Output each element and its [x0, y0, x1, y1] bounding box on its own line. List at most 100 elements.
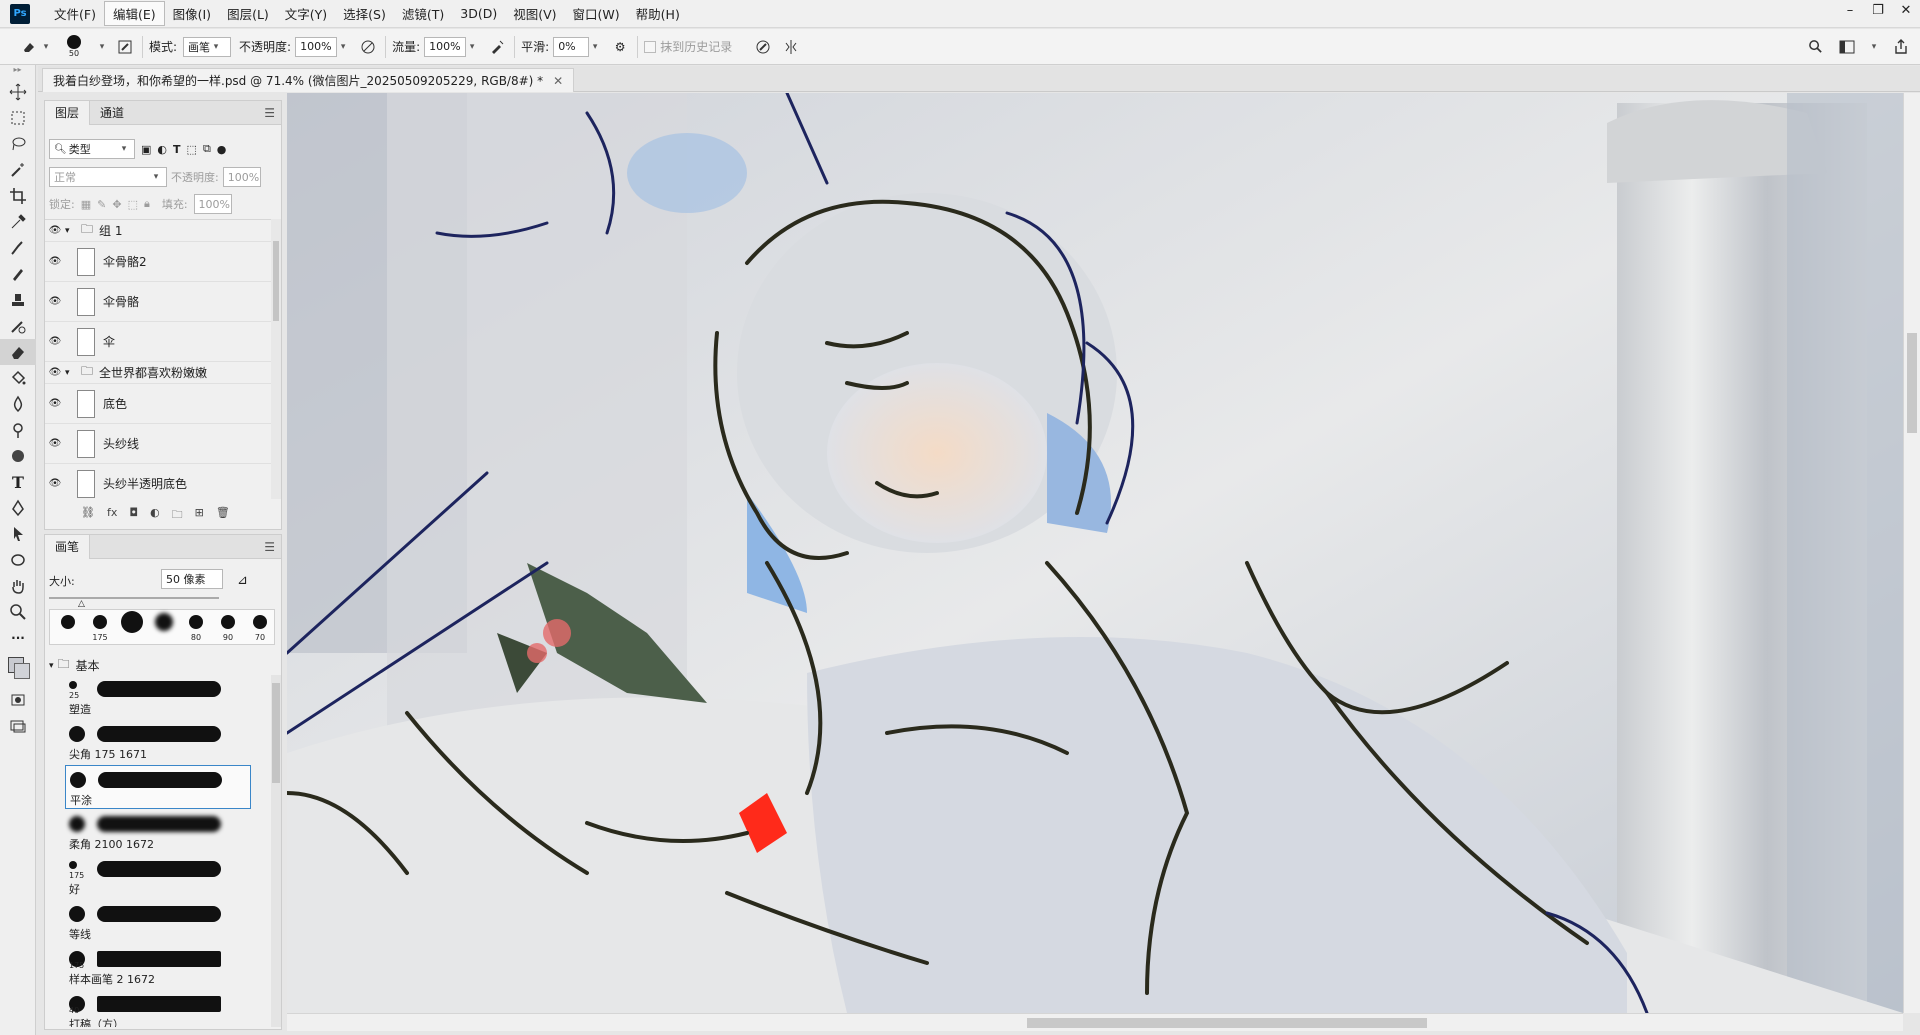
- eraser-tool-icon[interactable]: [0, 339, 36, 365]
- adjustment-layer-icon[interactable]: ◐: [150, 506, 160, 525]
- add-mask-icon[interactable]: ◘: [129, 506, 138, 525]
- fill-input[interactable]: 100%: [193, 194, 232, 214]
- canvas[interactable]: [287, 93, 1903, 1013]
- layer-row[interactable]: 👁︎ 伞: [45, 322, 271, 362]
- brush-item[interactable]: 40 打稿（方）: [65, 990, 251, 1027]
- hand-tool-icon[interactable]: [0, 573, 36, 599]
- lock-all-icon[interactable]: 🔒︎: [144, 197, 150, 211]
- delete-layer-icon[interactable]: 🗑︎: [216, 506, 230, 525]
- color-swap-icon[interactable]: [0, 651, 36, 687]
- zoom-tool-icon[interactable]: [0, 599, 36, 625]
- filter-smart-object-icon[interactable]: ⧉: [203, 142, 211, 156]
- brush-item[interactable]: 175 样本画笔 2 1672: [65, 945, 251, 989]
- brush-preset[interactable]: 80: [182, 610, 210, 644]
- brush-item[interactable]: 柔角 2100 1672: [65, 810, 251, 854]
- smoothing-settings-icon[interactable]: ⚙: [609, 36, 631, 58]
- eye-icon[interactable]: 👁︎: [45, 296, 65, 307]
- lasso-tool-icon[interactable]: [0, 131, 36, 157]
- dodge-tool-icon[interactable]: [0, 417, 36, 443]
- brush-size-slider-thumb[interactable]: △: [78, 599, 85, 609]
- screen-mode-icon[interactable]: [0, 713, 36, 739]
- filter-toggle-icon[interactable]: ●: [217, 143, 227, 156]
- lock-artboard-icon[interactable]: ⬚: [128, 198, 138, 211]
- brush-preset[interactable]: 70: [246, 610, 274, 644]
- menu-select[interactable]: 选择(S): [335, 2, 394, 25]
- lock-transparent-icon[interactable]: ▦: [81, 198, 91, 211]
- blend-mode-select[interactable]: 正常 ▾: [49, 167, 167, 187]
- tab-layers[interactable]: 图层: [45, 100, 91, 125]
- airbrush-icon[interactable]: [486, 36, 508, 58]
- layer-row[interactable]: 👁︎ 头纱半透明底色: [45, 464, 271, 499]
- menu-image[interactable]: 图像(I): [165, 2, 219, 25]
- brush-preset[interactable]: 90: [214, 610, 242, 644]
- brush-group-header[interactable]: ▾ 🗀︎ 基本: [49, 655, 100, 676]
- layer-row[interactable]: 👁︎ 伞骨骼: [45, 282, 271, 322]
- layer-row[interactable]: 👁︎ 底色: [45, 384, 271, 424]
- vertical-scrollbar[interactable]: [1903, 93, 1920, 1013]
- layer-group-row[interactable]: 👁︎ ▾ 🗀︎ 全世界都喜欢粉嫩嫩: [45, 362, 271, 384]
- link-layers-icon[interactable]: ⛓︎: [81, 506, 95, 525]
- pressure-size-icon[interactable]: [752, 36, 774, 58]
- layer-opacity-input[interactable]: 100%: [222, 167, 261, 187]
- mode-select[interactable]: 画笔 ▾: [183, 36, 232, 57]
- new-group-icon[interactable]: 🗀︎: [172, 506, 183, 525]
- brush-item[interactable]: 平涂: [65, 765, 251, 809]
- chevron-down-icon[interactable]: ▾: [65, 368, 75, 378]
- blur-tool-icon[interactable]: [0, 391, 36, 417]
- layer-row[interactable]: 👁︎ 伞骨骼2: [45, 242, 271, 282]
- eye-icon[interactable]: 👁︎: [45, 367, 65, 378]
- eye-icon[interactable]: 👁︎: [45, 336, 65, 347]
- eyedropper-tool-icon[interactable]: [0, 209, 36, 235]
- share-icon[interactable]: [1890, 36, 1912, 58]
- close-document-icon[interactable]: ✕: [553, 74, 563, 88]
- menu-layer[interactable]: 图层(L): [219, 2, 277, 25]
- mixer-brush-tool-icon[interactable]: [0, 443, 36, 469]
- paint-bucket-tool-icon[interactable]: [0, 365, 36, 391]
- quick-mask-icon[interactable]: [0, 687, 36, 713]
- close-icon[interactable]: ✕: [1892, 0, 1920, 20]
- flow-input[interactable]: 100%: [424, 36, 467, 57]
- background-color-swatch[interactable]: [14, 663, 30, 679]
- menu-3d[interactable]: 3D(D): [452, 4, 505, 23]
- move-tool-icon[interactable]: [0, 79, 36, 105]
- brush-item[interactable]: 等线: [65, 900, 251, 944]
- type-tool-icon[interactable]: T: [0, 469, 36, 495]
- pen-tool-icon[interactable]: [0, 495, 36, 521]
- eye-icon[interactable]: 👁︎: [45, 398, 65, 409]
- new-layer-icon[interactable]: ⊞: [195, 506, 204, 525]
- lock-position-icon[interactable]: ✥: [112, 198, 121, 211]
- pressure-opacity-icon[interactable]: [357, 36, 379, 58]
- menu-help[interactable]: 帮助(H): [628, 2, 688, 25]
- restore-icon[interactable]: ❐: [1864, 0, 1892, 20]
- document-tab[interactable]: 我着白纱登场，和你希望的一样.psd @ 71.4% (微信图片_2025050…: [42, 68, 575, 92]
- panel-menu-icon[interactable]: ☰: [264, 106, 275, 120]
- layers-scrollbar[interactable]: [271, 219, 281, 499]
- horizontal-scrollbar[interactable]: [287, 1013, 1903, 1031]
- filter-shape-icon[interactable]: ⬚: [187, 143, 197, 156]
- brush-preset[interactable]: [54, 610, 82, 644]
- menu-file[interactable]: 文件(F): [46, 2, 104, 25]
- layer-row[interactable]: 👁︎ 头纱线: [45, 424, 271, 464]
- layer-group-row[interactable]: 👁︎ ▾ 🗀︎ 组 1: [45, 220, 271, 242]
- filter-pixel-icon[interactable]: ▣: [141, 143, 151, 156]
- panel-menu-icon[interactable]: ☰: [264, 540, 275, 554]
- horizontal-scrollbar-thumb[interactable]: [1027, 1018, 1427, 1028]
- magic-wand-tool-icon[interactable]: [0, 157, 36, 183]
- brush-size-slider[interactable]: [49, 597, 219, 599]
- menu-view[interactable]: 视图(V): [505, 2, 564, 25]
- brush-size-input[interactable]: 50 像素: [161, 569, 223, 589]
- filter-adjustment-icon[interactable]: ◐: [157, 143, 167, 156]
- brush-preset[interactable]: 175: [86, 610, 114, 644]
- minimize-icon[interactable]: –: [1836, 0, 1864, 20]
- brush-item[interactable]: 175 好: [65, 855, 251, 899]
- marquee-tool-icon[interactable]: [0, 105, 36, 131]
- chevron-down-icon[interactable]: ▾: [49, 661, 54, 671]
- eye-icon[interactable]: 👁︎: [45, 478, 65, 489]
- workspace-icon[interactable]: [1836, 36, 1858, 58]
- eye-icon[interactable]: 👁︎: [45, 225, 65, 236]
- menu-filter[interactable]: 滤镜(T): [394, 2, 452, 25]
- ellipse-tool-icon[interactable]: [0, 547, 36, 573]
- lock-pixels-icon[interactable]: ✎: [97, 198, 106, 211]
- more-tools-icon[interactable]: ···: [0, 625, 36, 651]
- menu-edit[interactable]: 编辑(E): [103, 1, 165, 26]
